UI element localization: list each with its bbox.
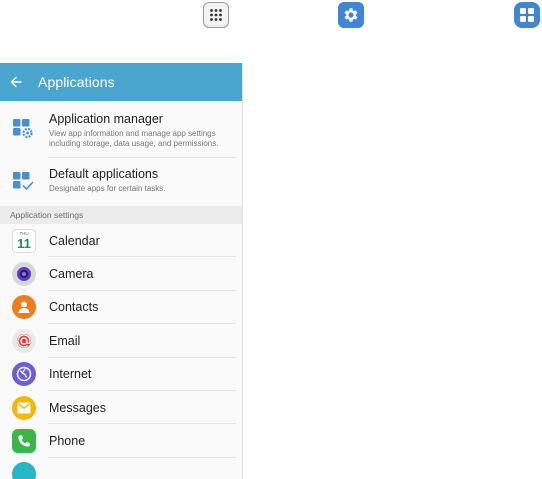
page-title: Applications <box>38 74 115 90</box>
phone-icon <box>12 429 36 454</box>
menu-item-subtitle: Designate apps for certain tasks. <box>49 184 166 193</box>
section-header: Application settings <box>0 206 242 224</box>
menu-item-subtitle: View app information and manage app sett… <box>49 129 219 148</box>
menu-item-title: Application manager <box>49 112 163 126</box>
title-bar: Applications <box>0 63 242 101</box>
app-row-messages[interactable]: Messages <box>0 391 242 425</box>
default-applications-item[interactable]: Default applications Designate apps for … <box>0 158 242 206</box>
app-row-partial[interactable] <box>0 458 242 479</box>
app-row-internet[interactable]: Internet <box>0 358 242 392</box>
calendar-date: 11 <box>17 235 31 251</box>
app-label: Phone <box>49 434 86 449</box>
contacts-icon <box>12 295 36 320</box>
app-label: Internet <box>49 367 92 382</box>
internet-icon <box>12 362 36 387</box>
app-row-calendar[interactable]: THU 11 Calendar <box>0 224 242 258</box>
applications-icon <box>514 2 540 28</box>
app-manager-icon <box>12 112 38 149</box>
back-arrow-icon[interactable] <box>0 76 38 88</box>
app-row-phone[interactable]: Phone <box>0 424 242 459</box>
app-label: Calendar <box>49 233 100 248</box>
app-row-email[interactable]: Email <box>0 324 242 358</box>
application-manager-item[interactable]: Application manager View app information… <box>0 101 242 157</box>
calendar-icon: THU 11 <box>12 228 36 253</box>
app-row-contacts[interactable]: Contacts <box>0 291 242 325</box>
app-label: Email <box>49 333 81 348</box>
email-icon <box>12 328 36 353</box>
partial-app-icon <box>12 462 36 479</box>
default-apps-icon <box>12 167 38 198</box>
app-row-camera[interactable]: Camera <box>0 257 242 292</box>
messages-icon <box>12 395 36 420</box>
camera-icon <box>12 262 36 287</box>
app-label: Camera <box>49 267 94 282</box>
apps-icon <box>203 2 229 28</box>
app-label: Contacts <box>49 300 99 315</box>
app-label: Messages <box>49 400 106 415</box>
menu-item-title: Default applications <box>49 167 159 181</box>
phone-screen: Applications Application manager View ap… <box>0 63 243 479</box>
settings-icon <box>338 2 364 28</box>
